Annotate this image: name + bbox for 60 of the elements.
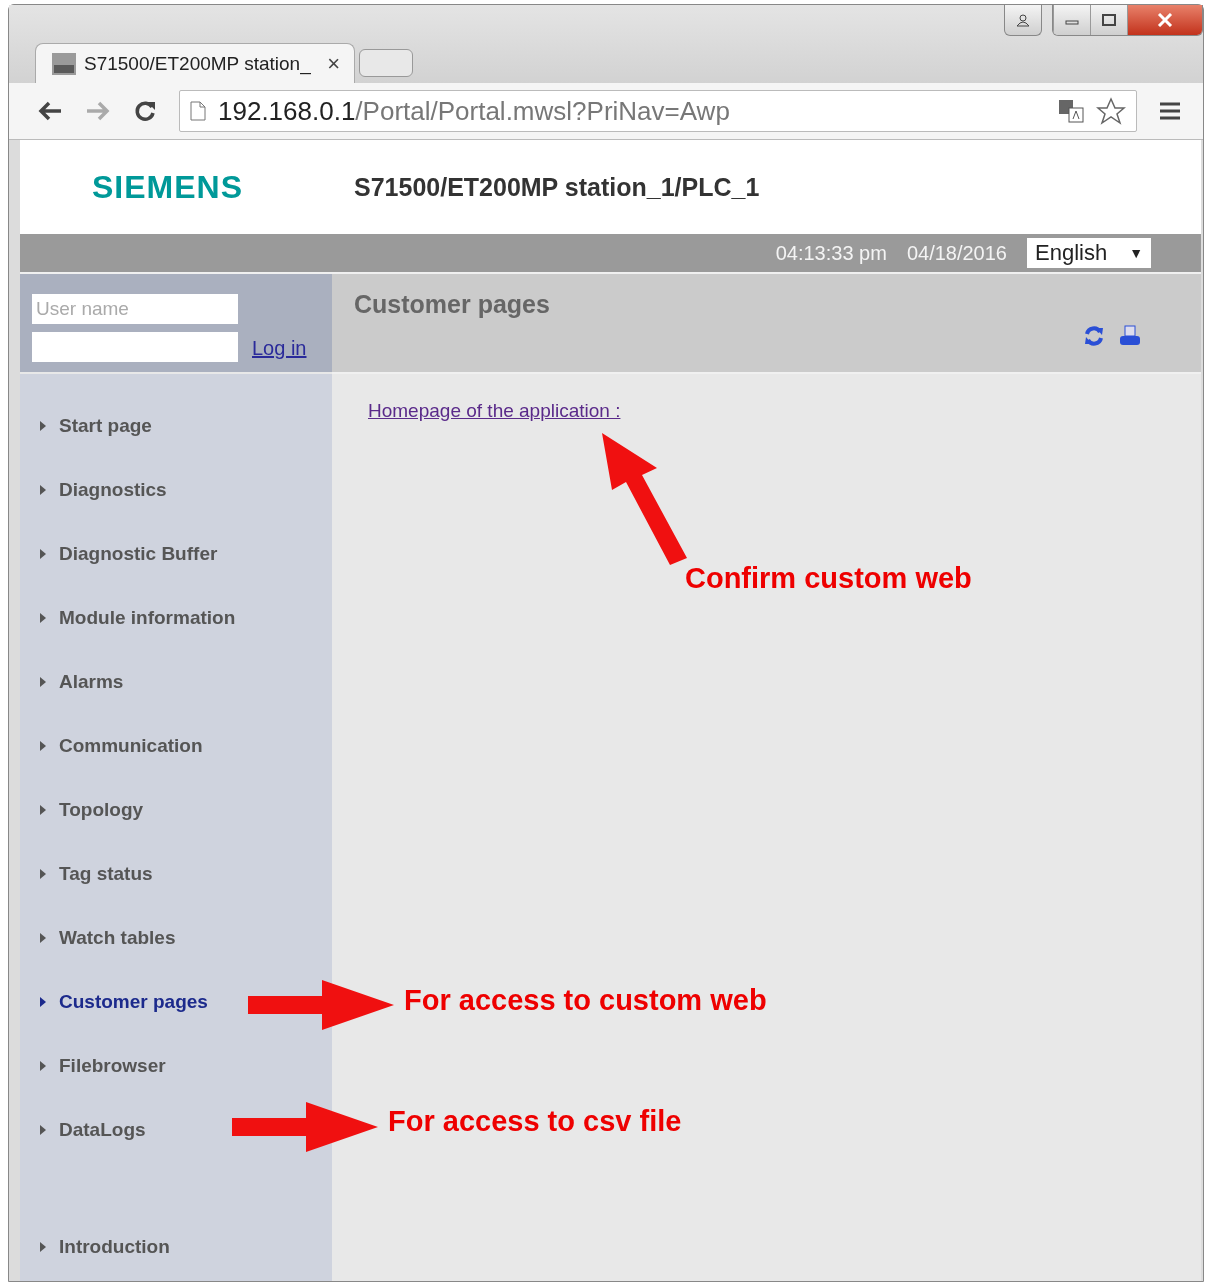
page-title: Customer pages — [354, 290, 551, 319]
caret-icon — [40, 740, 47, 752]
nav-item[interactable]: Diagnostic Buffer — [40, 522, 218, 586]
caret-icon — [40, 1241, 47, 1253]
username-field[interactable]: User name — [32, 294, 238, 324]
page-icon — [190, 101, 206, 121]
caret-icon — [40, 804, 47, 816]
language-select[interactable]: English ▼ — [1027, 238, 1151, 268]
annotation-text: For access to custom web — [404, 984, 767, 1017]
print-icon[interactable] — [1119, 325, 1141, 347]
annotation-text: Confirm custom web — [685, 562, 972, 595]
nav-item[interactable]: Alarms — [40, 650, 124, 714]
translate-icon[interactable] — [1058, 99, 1084, 123]
maximize-button[interactable] — [1090, 5, 1127, 35]
refresh-icon[interactable] — [1083, 325, 1105, 347]
reload-icon[interactable] — [133, 99, 157, 123]
close-icon — [1157, 13, 1173, 27]
close-window-button[interactable] — [1127, 5, 1202, 35]
nav-item[interactable]: Introduction — [40, 1215, 170, 1279]
close-tab-button[interactable]: × — [327, 50, 340, 77]
login-link[interactable]: Log in — [252, 336, 307, 360]
nav-item[interactable]: DataLogs — [40, 1098, 146, 1162]
nav-item[interactable]: Topology — [40, 778, 144, 842]
browser-tab[interactable]: S71500/ET200MP station_ × — [35, 43, 355, 83]
dropdown-arrow: ▼ — [1129, 245, 1143, 261]
user-button[interactable] — [1004, 5, 1042, 36]
station-title: S71500/ET200MP station_1/PLC_1 — [354, 172, 760, 202]
caret-icon — [40, 932, 47, 944]
password-field[interactable] — [32, 332, 238, 362]
caret-icon — [40, 996, 47, 1008]
nav-item[interactable]: Filebrowser — [40, 1034, 166, 1098]
caret-icon — [40, 1124, 47, 1136]
caret-icon — [40, 484, 47, 496]
menu-icon[interactable] — [1159, 101, 1181, 121]
date-text: 04/18/2016 — [906, 241, 1007, 265]
homepage-link[interactable]: Homepage of the application : — [368, 400, 621, 421]
address-field[interactable]: 192.168.0.1/Portal/Portal.mwsl?PriNav=Awp — [179, 90, 1137, 132]
nav-item[interactable]: Customer pages — [40, 970, 208, 1034]
caret-icon — [40, 548, 47, 560]
caret-icon — [40, 868, 47, 880]
back-icon[interactable] — [37, 100, 63, 122]
caret-icon — [40, 420, 47, 432]
nav-item[interactable]: Watch tables — [40, 906, 176, 970]
caret-icon — [40, 1060, 47, 1072]
maximize-icon — [1102, 14, 1116, 26]
time-text: 04:13:33 pm — [775, 241, 887, 265]
siemens-logo: SIEMENS — [91, 168, 245, 206]
caret-icon — [40, 612, 47, 624]
tab-title: S71500/ET200MP station_ — [84, 52, 312, 75]
caret-icon — [40, 676, 47, 688]
nav-item[interactable]: Tag status — [40, 842, 153, 906]
user-icon — [1015, 13, 1031, 27]
nav-item[interactable]: Module information — [40, 586, 236, 650]
nav-item[interactable]: Start page — [40, 394, 152, 458]
annotation-text: For access to csv file — [388, 1105, 682, 1138]
star-icon[interactable] — [1096, 97, 1126, 125]
plc-favicon-icon — [52, 52, 76, 75]
url-text: 192.168.0.1/Portal/Portal.mwsl?PriNav=Awp — [218, 95, 730, 127]
nav-item[interactable]: Communication — [40, 714, 203, 778]
nav-item[interactable]: Diagnostics — [40, 458, 167, 522]
